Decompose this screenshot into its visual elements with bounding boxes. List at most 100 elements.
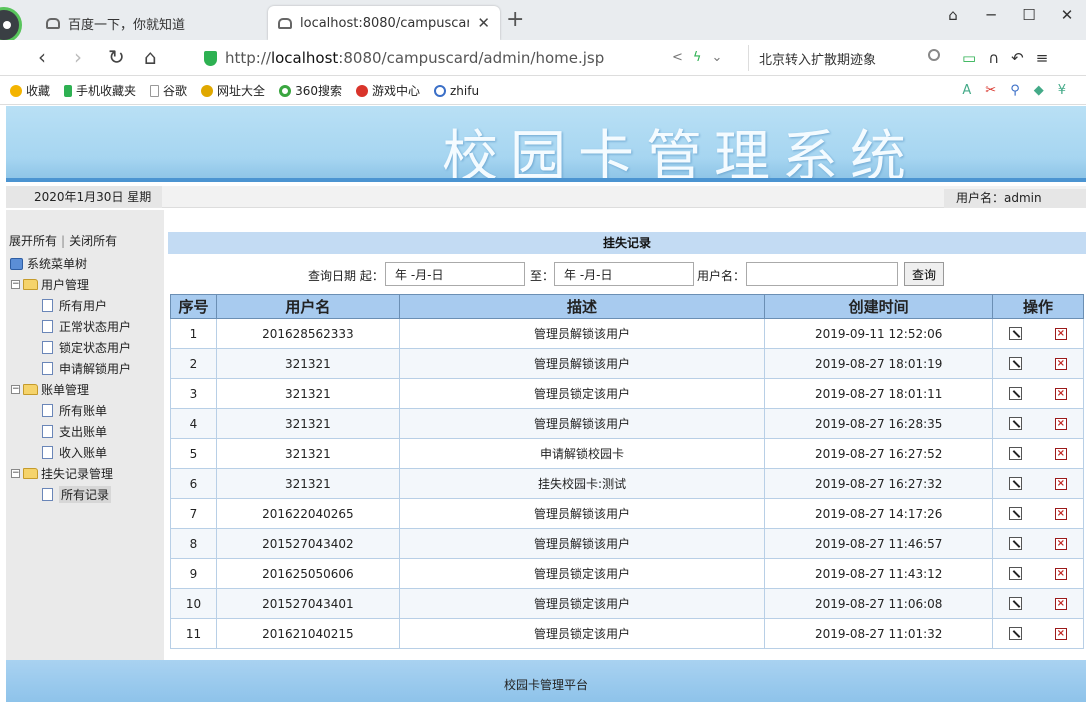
cell-actions: × (992, 528, 1084, 559)
tree-root[interactable]: 系统菜单树 (6, 253, 164, 274)
collapse-toggle-icon[interactable]: − (11, 469, 20, 478)
search-input[interactable]: 北京转入扩散期迹象 (748, 45, 948, 71)
table-row: 10 201527043401 管理员锁定该用户 2019-08-27 11:06:0… (170, 588, 1084, 619)
cell-user: 321321 (215, 408, 400, 439)
edit-icon[interactable] (1009, 507, 1023, 520)
sidebar-item-normal-users[interactable]: 正常状态用户 (6, 316, 164, 337)
tab-campuscard[interactable]: localhost:8080/campuscard/ad ✕ (268, 6, 500, 40)
money-icon[interactable]: ¥ (1058, 83, 1080, 98)
edit-icon[interactable] (1009, 537, 1023, 550)
delete-icon[interactable]: × (1054, 537, 1067, 550)
sidebar-item-unlock-requests[interactable]: 申请解锁用户 (6, 358, 164, 379)
table-row: 1 201628562333 管理员解锁该用户 2019-09-11 12:52:06… (170, 318, 1084, 349)
undo-icon[interactable]: ↶ (1011, 49, 1036, 67)
lightning-icon[interactable]: ϟ (693, 50, 712, 65)
sidebar-item-expense-bills[interactable]: 支出账单 (6, 421, 164, 442)
sidebar-item-all-records[interactable]: 所有记录 (6, 484, 164, 505)
bookmark-google[interactable]: 谷歌 (150, 82, 187, 99)
delete-icon[interactable]: × (1054, 597, 1067, 610)
cell-no: 2 (170, 348, 217, 379)
date-from-input[interactable] (385, 262, 525, 286)
sidebar-item-income-bills[interactable]: 收入账单 (6, 442, 164, 463)
separator: | (61, 233, 66, 248)
collapse-toggle-icon[interactable]: − (11, 280, 20, 289)
translate-icon[interactable]: A (962, 83, 985, 98)
collapse-all-link[interactable]: 关闭所有 (69, 232, 117, 249)
bookmark-360search[interactable]: 360搜索 (279, 82, 342, 99)
edit-icon[interactable] (1009, 387, 1023, 400)
battery-icon[interactable]: ▭ (962, 49, 988, 67)
delete-icon[interactable]: × (1054, 447, 1067, 460)
delete-icon[interactable]: × (1054, 627, 1067, 640)
query-button[interactable]: 查询 (904, 262, 944, 286)
edit-icon[interactable] (1009, 597, 1023, 610)
bookmark-mobile[interactable]: 手机收藏夹 (64, 82, 136, 99)
chevron-down-icon[interactable]: ⌄ (711, 50, 732, 65)
bookmark-games[interactable]: 游戏中心 (355, 82, 420, 99)
delete-icon[interactable]: × (1054, 327, 1067, 340)
minimize-icon[interactable]: ─ (972, 6, 1010, 24)
bookmark-hao[interactable]: 网址大全 (201, 82, 265, 99)
collapse-toggle-icon[interactable]: − (11, 385, 20, 394)
sidebar-group-bill-management[interactable]: − 账单管理 (6, 379, 164, 400)
cell-actions: × (992, 438, 1084, 469)
skin-icon[interactable]: ⌂ (934, 6, 972, 24)
gamepad-icon[interactable]: ◆ (1034, 83, 1058, 98)
filter-bar: 查询日期 起： 至： 用户名： 查询 (166, 261, 1086, 287)
expand-all-link[interactable]: 展开所有 (9, 232, 57, 249)
menu-icon[interactable]: ≡ (1036, 49, 1061, 67)
delete-icon[interactable]: × (1054, 387, 1067, 400)
forward-icon[interactable]: › (74, 46, 82, 68)
cell-user: 321321 (215, 348, 400, 379)
banner-title: 校园卡管理系统 (442, 125, 918, 182)
sidebar-group-user-management[interactable]: − 用户管理 (6, 274, 164, 295)
date-to-input[interactable] (554, 262, 694, 286)
sidebar-item-all-users[interactable]: 所有用户 (6, 295, 164, 316)
new-tab-icon[interactable]: + (506, 9, 524, 31)
section-title: 挂失记录 (168, 232, 1086, 254)
table-row: 9 201625050606 管理员锁定该用户 2019-08-27 11:43:12… (170, 558, 1084, 589)
close-window-icon[interactable]: ✕ (1048, 6, 1086, 24)
sidebar-item-locked-users[interactable]: 锁定状态用户 (6, 337, 164, 358)
delete-icon[interactable]: × (1054, 417, 1067, 430)
cell-time: 2019-08-27 16:28:35 (764, 408, 994, 439)
globe-icon (433, 84, 446, 97)
home-icon[interactable]: ⌂ (144, 46, 157, 68)
username-input[interactable] (746, 262, 898, 286)
headphone-icon[interactable]: ∩ (988, 49, 1011, 67)
share-icon[interactable]: < (672, 50, 693, 65)
edit-icon[interactable] (1009, 627, 1023, 640)
reload-icon[interactable]: ↻ (108, 46, 125, 68)
delete-icon[interactable]: × (1054, 357, 1067, 370)
edit-icon[interactable] (1009, 327, 1023, 340)
bookmark-zhifu[interactable]: zhifu (433, 84, 479, 98)
edit-icon[interactable] (1009, 477, 1023, 490)
edit-icon[interactable] (1009, 357, 1023, 370)
url-text[interactable]: http://localhost:8080/campuscard/admin/h… (225, 49, 604, 67)
sidebar-group-loss-records[interactable]: − 挂失记录管理 (6, 463, 164, 484)
scissors-icon[interactable]: ✂ (985, 83, 1010, 98)
edit-icon[interactable] (1009, 447, 1023, 460)
edit-icon[interactable] (1009, 417, 1023, 430)
browser-logo-icon[interactable] (0, 7, 22, 43)
cell-no: 5 (170, 438, 217, 469)
sidebar-item-all-bills[interactable]: 所有账单 (6, 400, 164, 421)
group-label: 挂失记录管理 (41, 467, 114, 481)
delete-icon[interactable]: × (1054, 567, 1067, 580)
bookmark-favorites[interactable]: 收藏 (10, 82, 50, 99)
cell-no: 3 (170, 378, 217, 409)
edit-icon[interactable] (1009, 567, 1023, 580)
paw-icon (278, 17, 292, 29)
maximize-icon[interactable]: ☐ (1010, 6, 1048, 24)
delete-icon[interactable]: × (1054, 507, 1067, 520)
magnifier-icon[interactable]: ⚲ (1010, 83, 1034, 98)
search-icon[interactable] (928, 49, 940, 61)
back-icon[interactable]: ‹ (38, 46, 46, 68)
delete-icon[interactable]: × (1054, 477, 1067, 490)
cell-user: 321321 (215, 378, 400, 409)
address-bar[interactable]: http://localhost:8080/campuscard/admin/h… (196, 45, 742, 71)
close-icon[interactable]: ✕ (477, 14, 490, 32)
cell-desc: 管理员解锁该用户 (398, 528, 766, 559)
row-actions: × (993, 507, 1083, 520)
tab-baidu[interactable]: 百度一下，你就知道 (36, 6, 262, 40)
